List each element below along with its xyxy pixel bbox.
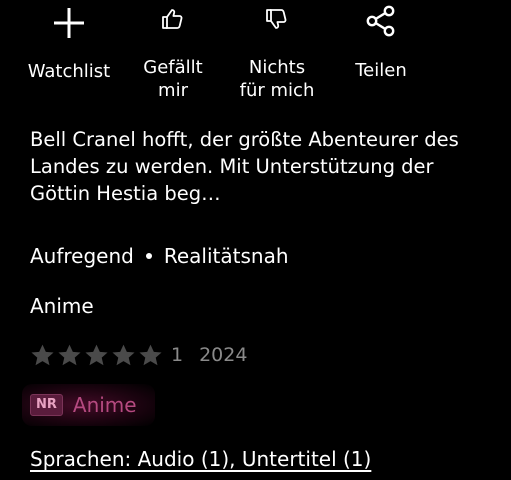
maturity-row: NR Anime — [22, 384, 155, 426]
rating-count: 1 — [171, 344, 184, 366]
action-bar: Watchlist Gefällt mir Nichts für mich Te… — [0, 0, 511, 110]
rating-row: 1 2024 — [30, 340, 247, 370]
star-icon — [31, 344, 54, 365]
plus-icon — [54, 8, 84, 38]
share-label: Teilen — [355, 60, 407, 81]
separator-dot — [145, 252, 152, 259]
dislike-label: Nichts für mich — [239, 57, 315, 101]
star-icon — [112, 344, 135, 365]
mood-tags: Aufregend Realitätsnah — [30, 242, 289, 270]
share-button[interactable]: Teilen — [340, 0, 422, 82]
star-rating[interactable] — [30, 343, 163, 368]
like-button[interactable]: Gefällt mir — [128, 0, 218, 102]
thumbs-up-icon — [162, 9, 183, 29]
star-icon — [58, 344, 81, 365]
maturity-genre-label: Anime — [72, 393, 137, 417]
star-icon — [139, 344, 162, 365]
dislike-button[interactable]: Nichts für mich — [230, 0, 324, 102]
watchlist-button[interactable]: Watchlist — [17, 0, 121, 83]
maturity-rating-badge: NR — [30, 394, 63, 416]
watchlist-label: Watchlist — [27, 61, 111, 82]
share-icon — [366, 5, 395, 37]
genre-label: Anime — [30, 294, 94, 318]
like-label: Gefällt mir — [143, 57, 203, 101]
star-icon — [85, 344, 108, 365]
thumbs-down-icon — [266, 9, 287, 29]
tag-realitaetsnah: Realitätsnah — [163, 244, 289, 268]
synopsis-text[interactable]: Bell Cranel hofft, der größte Abenteurer… — [30, 126, 480, 207]
languages-link[interactable]: Sprachen: Audio (1), Untertitel (1) — [30, 446, 371, 472]
tag-aufregend: Aufregend — [30, 244, 134, 268]
release-year: 2024 — [199, 344, 248, 366]
